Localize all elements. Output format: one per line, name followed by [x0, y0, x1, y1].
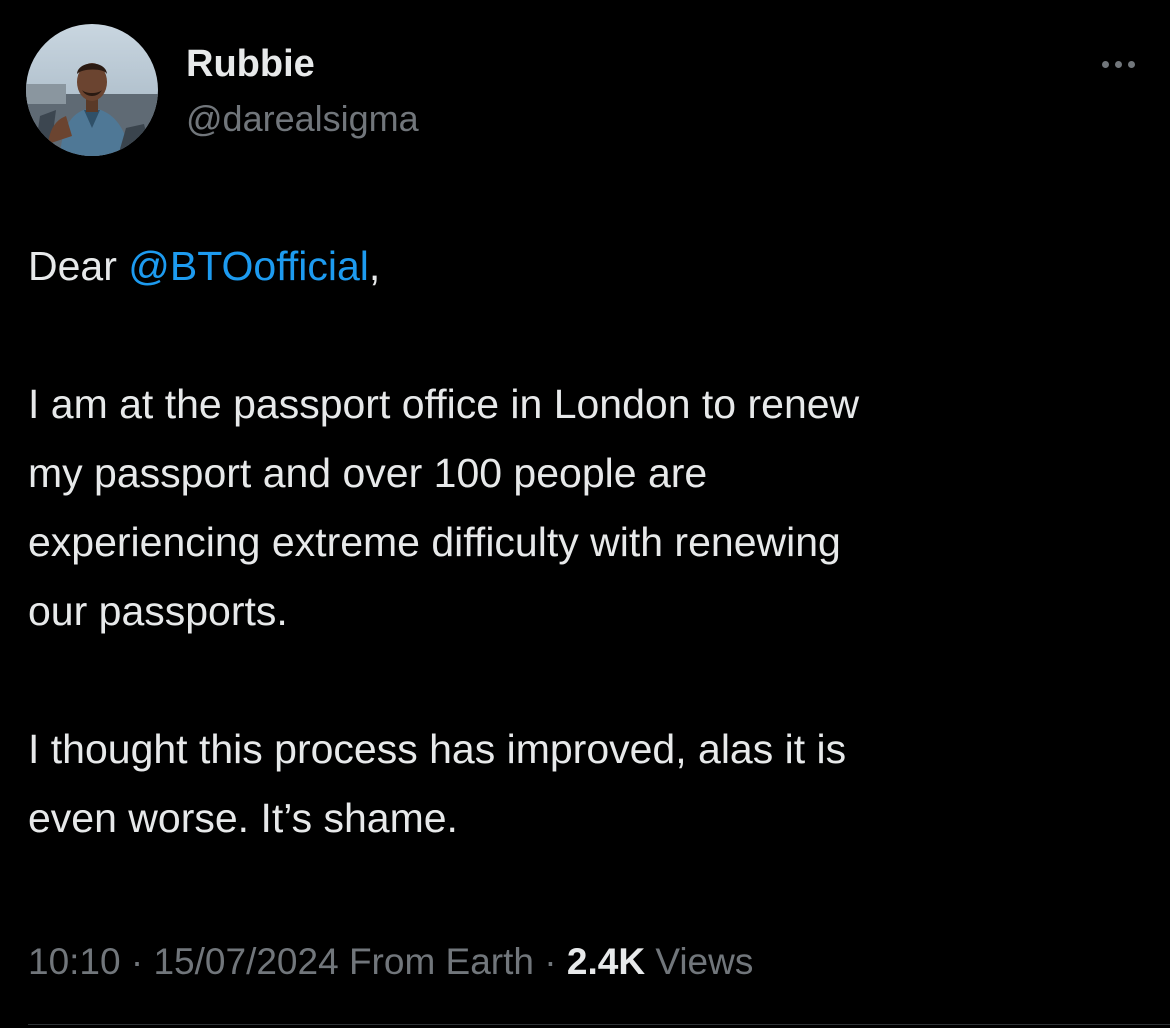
meta-separator: ·: [534, 941, 567, 982]
tweet-source: From Earth: [348, 941, 534, 982]
paragraph-line: I thought this process has improved, ala…: [28, 726, 847, 772]
paragraph-line: even worse. It’s shame.: [28, 795, 458, 841]
more-options-button[interactable]: [1090, 44, 1146, 84]
tweet-text: Dear @BTOofficial, I am at the passport …: [28, 232, 1138, 853]
ellipsis-icon: [1101, 60, 1109, 68]
tweet-date[interactable]: 15/07/2024: [153, 941, 338, 982]
tweet-time[interactable]: 10:10: [28, 941, 121, 982]
paragraph-line: I am at the passport office in London to…: [28, 381, 860, 427]
meta-separator: ·: [120, 941, 154, 982]
greeting-prefix: Dear: [28, 243, 129, 289]
divider: [28, 1024, 1170, 1025]
tweet-metadata: 10:10 · 15/07/2024 From Earth · 2.4K Vie…: [28, 936, 753, 988]
views-label: Views: [655, 941, 754, 982]
tweet-detail: Rubbie @darealsigma Dear @BTOofficial, I…: [0, 0, 1170, 1028]
mention-link[interactable]: @BTOofficial: [128, 243, 369, 289]
avatar[interactable]: [26, 24, 158, 156]
views-link[interactable]: 2.4K Views: [567, 941, 753, 982]
paragraph-line: my passport and over 100 people are: [28, 450, 708, 496]
author-handle[interactable]: @darealsigma: [186, 98, 419, 140]
ellipsis-icon: [1127, 60, 1135, 68]
greeting-suffix: ,: [368, 243, 381, 289]
paragraph-line: experiencing extreme difficulty with ren…: [28, 519, 841, 565]
views-count: 2.4K: [566, 941, 646, 982]
ellipsis-icon: [1114, 60, 1122, 68]
greeting-line: Dear @BTOofficial,: [28, 232, 1138, 301]
paragraph-line: our passports.: [28, 588, 288, 634]
profile-photo-icon: [26, 24, 158, 156]
author-name[interactable]: Rubbie: [186, 42, 315, 86]
